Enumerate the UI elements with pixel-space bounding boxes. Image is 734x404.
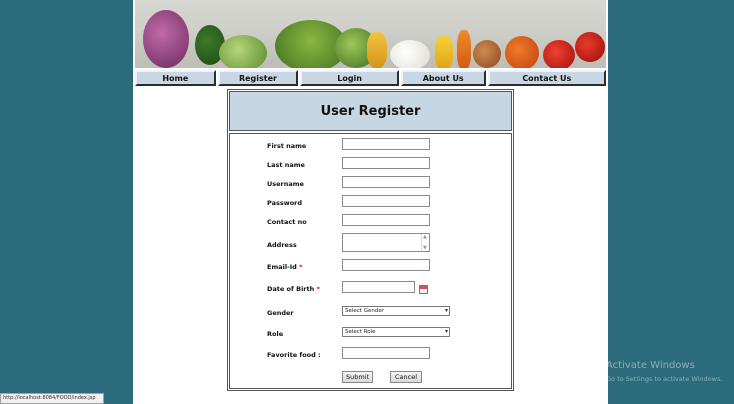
nav-register[interactable]: Register (217, 70, 299, 86)
contact-label: Contact no (267, 218, 307, 226)
email-label: Email-Id * (267, 263, 303, 271)
required-marker: * (316, 285, 320, 293)
carrot-graphic (457, 30, 471, 68)
form-title: User Register (229, 91, 512, 131)
cauliflower-graphic (390, 40, 430, 68)
chevron-down-icon: ▾ (444, 328, 448, 335)
chevron-down-icon: ▾ (444, 307, 448, 314)
address-label: Address (267, 241, 297, 249)
favorite-food-label: Favorite food : (267, 351, 321, 359)
lettuce-graphic (219, 35, 267, 68)
calendar-icon[interactable] (419, 285, 428, 294)
email-input[interactable] (342, 259, 430, 271)
first-name-label: First name (267, 142, 307, 150)
dob-label: Date of Birth * (267, 285, 320, 293)
tomato2-graphic (575, 32, 605, 62)
gender-selected-value: Select Gender (345, 308, 384, 314)
role-select[interactable]: Select Role ▾ (342, 327, 450, 337)
favorite-food-input[interactable] (342, 347, 430, 359)
dob-label-text: Date of Birth (267, 285, 315, 293)
last-name-input[interactable] (342, 157, 430, 169)
last-name-label: Last name (267, 161, 305, 169)
dob-input[interactable] (342, 281, 415, 293)
squash-graphic (435, 35, 453, 68)
password-label: Password (267, 199, 303, 207)
scroll-down-icon: ▼ (423, 245, 427, 251)
password-input[interactable] (342, 195, 430, 207)
textarea-scrollbar[interactable]: ▲ ▼ (421, 234, 429, 251)
role-selected-value: Select Role (345, 329, 376, 335)
form-body: First name Last name Username Password C… (229, 133, 512, 389)
username-input[interactable] (342, 176, 430, 188)
email-label-text: Email-Id (267, 263, 297, 271)
first-name-input[interactable] (342, 138, 430, 150)
required-marker: * (299, 263, 303, 271)
scroll-up-icon: ▲ (423, 234, 427, 240)
gender-select[interactable]: Select Gender ▾ (342, 306, 450, 316)
tomato-graphic (543, 40, 575, 68)
username-label: Username (267, 180, 304, 188)
main-nav: Home Register Login About Us Contact Us (135, 70, 607, 86)
activate-windows-subtitle: Go to Settings to activate Windows. (606, 375, 723, 383)
pepper-graphic (505, 36, 539, 68)
nav-login[interactable]: Login (300, 70, 399, 86)
contact-input[interactable] (342, 214, 430, 226)
onion-graphic (473, 40, 501, 68)
gender-label: Gender (267, 309, 294, 317)
role-label: Role (267, 330, 284, 338)
nav-about-us[interactable]: About Us (400, 70, 486, 86)
browser-status-bar: http://localhost:8084/FOOD/index.jsp (0, 393, 104, 404)
vegetable-banner (135, 0, 606, 68)
cabbage-graphic (143, 10, 189, 68)
nav-contact-us[interactable]: Contact Us (487, 70, 607, 86)
cancel-button[interactable]: Cancel (390, 371, 422, 383)
register-form: User Register First name Last name Usern… (227, 89, 514, 391)
corn-graphic (367, 32, 387, 68)
address-textarea[interactable]: ▲ ▼ (342, 233, 430, 252)
activate-windows-title: Activate Windows (606, 360, 695, 371)
nav-home[interactable]: Home (135, 70, 216, 86)
submit-button[interactable]: Submit (342, 371, 373, 383)
